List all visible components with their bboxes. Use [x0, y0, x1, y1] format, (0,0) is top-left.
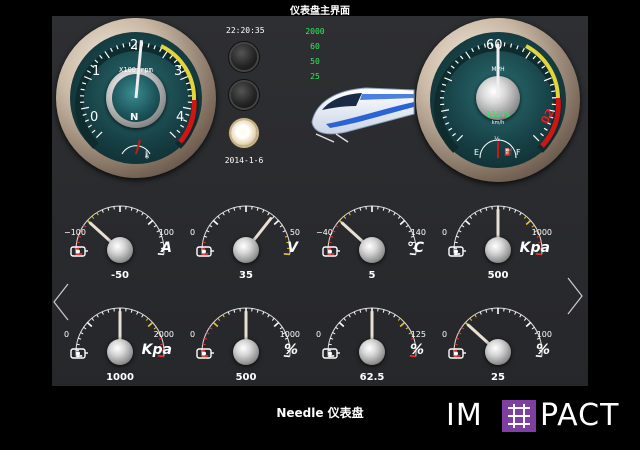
thermometer-icon: 🌡: [142, 150, 153, 159]
gauge-max-label: 125: [410, 330, 426, 339]
gauge-load: 0 125% 62.5: [314, 300, 430, 400]
joystick-icon: [446, 344, 468, 362]
train-icon: [311, 87, 415, 143]
page-title: 仪表盘主界面: [290, 6, 350, 17]
gauge-value: 1000: [106, 372, 134, 383]
gauge-max-label: 2000: [153, 330, 174, 339]
indicator-button-3[interactable]: [231, 120, 257, 146]
oil-can-icon: [446, 242, 468, 260]
next-page-arrow[interactable]: [566, 276, 584, 316]
clock-time: 22:20:35: [226, 26, 265, 35]
speed-gauge: 60 MPH 02 12345 km/h E ½ F ⛽: [416, 18, 580, 182]
gauge-hub: [233, 237, 259, 263]
gauge-hub: [359, 339, 385, 365]
gauge-hub: [107, 237, 133, 263]
gauge-value: 25: [491, 372, 505, 383]
battery-current-icon: [68, 242, 90, 260]
gauge-min-label: 0: [190, 228, 196, 237]
logo-mark-icon: [502, 400, 536, 432]
fuel-pump-icon: ⛽: [504, 148, 513, 156]
gears-icon: [320, 344, 342, 362]
impact-logo: IM PACT: [446, 398, 628, 434]
gauge-max-label: 140: [410, 228, 426, 237]
gauge-current: −100 100 A -50: [62, 198, 178, 298]
previous-page-arrow[interactable]: [52, 282, 70, 322]
logo-text-right: PACT: [540, 398, 620, 433]
gauge-value: 35: [239, 270, 253, 281]
gauge-max-label: 50: [289, 228, 300, 237]
scale-value-list: 2000 60 50 25: [300, 24, 330, 84]
gauge-unit-label: Kpa: [141, 342, 172, 358]
clock-date: 2014-1-6: [224, 156, 264, 165]
gauge-fluid-level: 0 1000% 500: [188, 300, 304, 400]
fuel-half-label: ½: [494, 136, 500, 143]
gauge-max-label: 1000: [279, 330, 300, 339]
gauge-value: 500: [487, 270, 509, 281]
gauge-temperature: −40 140 ℃ 5: [314, 198, 430, 298]
gauge-min-label: 0: [190, 330, 196, 339]
gauge-voltage: 0 50 V 35: [188, 198, 304, 298]
indicator-button-2[interactable]: [231, 82, 257, 108]
gauge-max-label: 100: [536, 330, 552, 339]
logo-text-left: IM: [446, 398, 483, 433]
gauge-throttle: 0 100% 25: [440, 300, 556, 400]
gauge-value: 62.5: [359, 372, 385, 383]
gauge-unit-label: A: [161, 240, 172, 256]
battery-icon: [194, 242, 216, 260]
gauge-min-label: 0: [442, 330, 448, 339]
gauge-unit-label: %: [409, 342, 424, 358]
gauge-value: -50: [110, 270, 130, 281]
engine-temperature-icon: [320, 242, 342, 260]
gauge-unit-label: %: [283, 342, 298, 358]
indicator-button-1[interactable]: [231, 44, 257, 70]
rpm-gauge: 0 1 2 3 4 X100 rpm N 🌡: [56, 18, 216, 178]
gauge-min-label: 0: [64, 330, 70, 339]
scale-value-2: 50: [310, 57, 320, 66]
gauge-value: 500: [235, 372, 257, 383]
gauge-max-label: 1000: [531, 228, 552, 237]
gauge-unit-label: ℃: [407, 240, 424, 256]
gauge-hub: [107, 339, 133, 365]
scale-value-1: 60: [310, 42, 320, 51]
gauge-min-label: −40: [316, 228, 333, 237]
gauge-min-label: −100: [64, 228, 86, 237]
gauge-oil-pressure: 0 1000 Kpa 500: [440, 198, 556, 298]
fluid-tank-icon: [194, 344, 216, 362]
fuel-full-label: F: [516, 148, 521, 157]
gauge-unit-label: Kpa: [519, 240, 550, 256]
gauge-hub: [485, 237, 511, 263]
gauge-hub: [233, 339, 259, 365]
gauge-value: 5: [368, 270, 376, 281]
brake-gear-icon: [68, 344, 90, 362]
gauge-unit-label: %: [535, 342, 550, 358]
gauge-min-label: 0: [316, 330, 322, 339]
gauge-hub: [485, 339, 511, 365]
fuel-empty-label: E: [474, 148, 480, 157]
gauge-unit-label: V: [287, 240, 298, 256]
gauge-min-label: 0: [442, 228, 448, 237]
gauge-brake-pressure: 0 2000 Kpa 1000: [62, 300, 178, 400]
scale-value-0: 2000: [305, 27, 325, 36]
gauge-hub: [359, 237, 385, 263]
gauge-max-label: 100: [158, 228, 174, 237]
